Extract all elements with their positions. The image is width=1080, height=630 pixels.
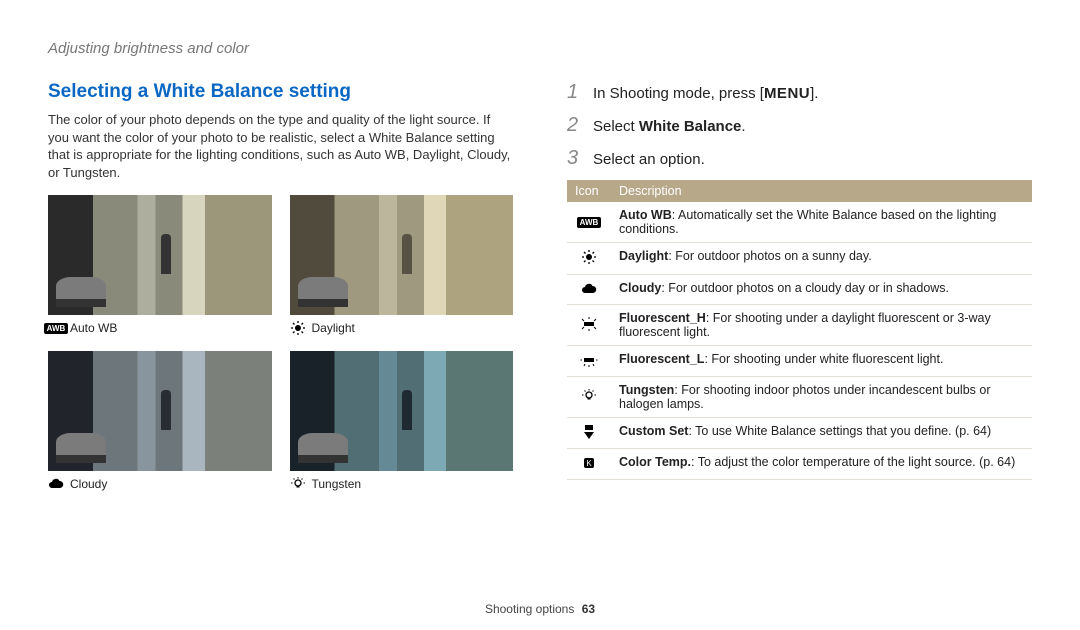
step-3: 3 Select an option. — [567, 147, 1032, 170]
row-title: Fluorescent_H — [619, 311, 706, 325]
row-title: Fluorescent_L — [619, 352, 704, 366]
fluorescent-l-icon — [578, 352, 600, 368]
custom-set-icon — [578, 424, 600, 440]
sun-icon — [290, 321, 306, 335]
row-title: Color Temp. — [619, 455, 691, 469]
thumb-image-autowb — [48, 195, 272, 315]
awb-icon: AWB — [48, 321, 64, 335]
step-bold: White Balance — [639, 118, 742, 135]
step-number: 3 — [567, 147, 581, 170]
color-temp-icon: K — [578, 455, 600, 471]
thumb-label: Auto WB — [70, 321, 117, 335]
wb-options-table: Icon Description AWB Auto WB: Automatica… — [567, 180, 1032, 480]
svg-text:K: K — [586, 459, 592, 468]
footer-section: Shooting options — [485, 602, 574, 616]
thumb-autowb: AWB Auto WB — [48, 195, 272, 335]
th-icon: Icon — [567, 180, 611, 202]
row-desc: : For shooting under white fluorescent l… — [704, 352, 943, 366]
row-desc: : Automatically set the White Balance ba… — [619, 208, 996, 236]
bulb-icon — [290, 477, 306, 491]
steps-list: 1 In Shooting mode, press [MENU]. 2 Sele… — [567, 81, 1032, 170]
right-column: 1 In Shooting mode, press [MENU]. 2 Sele… — [567, 81, 1032, 491]
table-row: Fluorescent_H: For shooting under a dayl… — [567, 305, 1032, 346]
th-desc: Description — [611, 180, 1032, 202]
step-2: 2 Select White Balance. — [567, 114, 1032, 137]
cloud-icon — [48, 477, 64, 491]
table-row: Tungsten: For shooting indoor photos und… — [567, 377, 1032, 418]
row-title: Auto WB — [619, 208, 672, 222]
thumb-image-daylight — [290, 195, 514, 315]
row-title: Custom Set — [619, 424, 688, 438]
thumb-label: Daylight — [312, 321, 355, 335]
page-footer: Shooting options 63 — [0, 602, 1080, 616]
step-1: 1 In Shooting mode, press [MENU]. — [567, 81, 1032, 104]
row-title: Daylight — [619, 249, 668, 263]
thumb-label: Tungsten — [312, 477, 362, 491]
cloud-icon — [578, 281, 600, 297]
footer-page: 63 — [582, 602, 595, 616]
thumb-image-cloudy — [48, 351, 272, 471]
thumb-label: Cloudy — [70, 477, 107, 491]
sun-icon — [578, 249, 600, 265]
step-text: . — [741, 118, 745, 135]
table-row: Fluorescent_L: For shooting under white … — [567, 346, 1032, 377]
bulb-icon — [578, 388, 600, 404]
thumb-image-tungsten — [290, 351, 514, 471]
awb-icon: AWB — [578, 214, 600, 230]
step-number: 1 — [567, 81, 581, 104]
thumb-daylight: Daylight — [290, 195, 514, 335]
row-title: Tungsten — [619, 383, 674, 397]
table-row: AWB Auto WB: Automatically set the White… — [567, 202, 1032, 243]
row-title: Cloudy — [619, 281, 661, 295]
row-desc: : For shooting indoor photos under incan… — [619, 383, 991, 411]
thumbnail-grid: AWB Auto WB Daylight — [48, 195, 513, 491]
intro-text: The color of your photo depends on the t… — [48, 111, 513, 181]
step-text: ]. — [810, 85, 818, 102]
left-column: Selecting a White Balance setting The co… — [48, 81, 513, 491]
step-number: 2 — [567, 114, 581, 137]
row-desc: : To use White Balance settings that you… — [688, 424, 991, 438]
fluorescent-h-icon — [578, 316, 600, 332]
thumb-cloudy: Cloudy — [48, 351, 272, 491]
row-desc: : To adjust the color temperature of the… — [691, 455, 1015, 469]
row-desc: : For outdoor photos on a cloudy day or … — [661, 281, 949, 295]
step-text: Select an option. — [593, 151, 705, 168]
table-row: K Color Temp.: To adjust the color tempe… — [567, 449, 1032, 480]
step-text: In Shooting mode, press [ — [593, 85, 764, 102]
breadcrumb: Adjusting brightness and color — [48, 40, 1032, 57]
row-desc: : For outdoor photos on a sunny day. — [668, 249, 871, 263]
table-row: Cloudy: For outdoor photos on a cloudy d… — [567, 275, 1032, 305]
page-title: Selecting a White Balance setting — [48, 81, 513, 103]
table-row: Daylight: For outdoor photos on a sunny … — [567, 243, 1032, 275]
table-row: Custom Set: To use White Balance setting… — [567, 418, 1032, 449]
menu-chip: MENU — [764, 85, 810, 102]
step-text: Select — [593, 118, 639, 135]
thumb-tungsten: Tungsten — [290, 351, 514, 491]
